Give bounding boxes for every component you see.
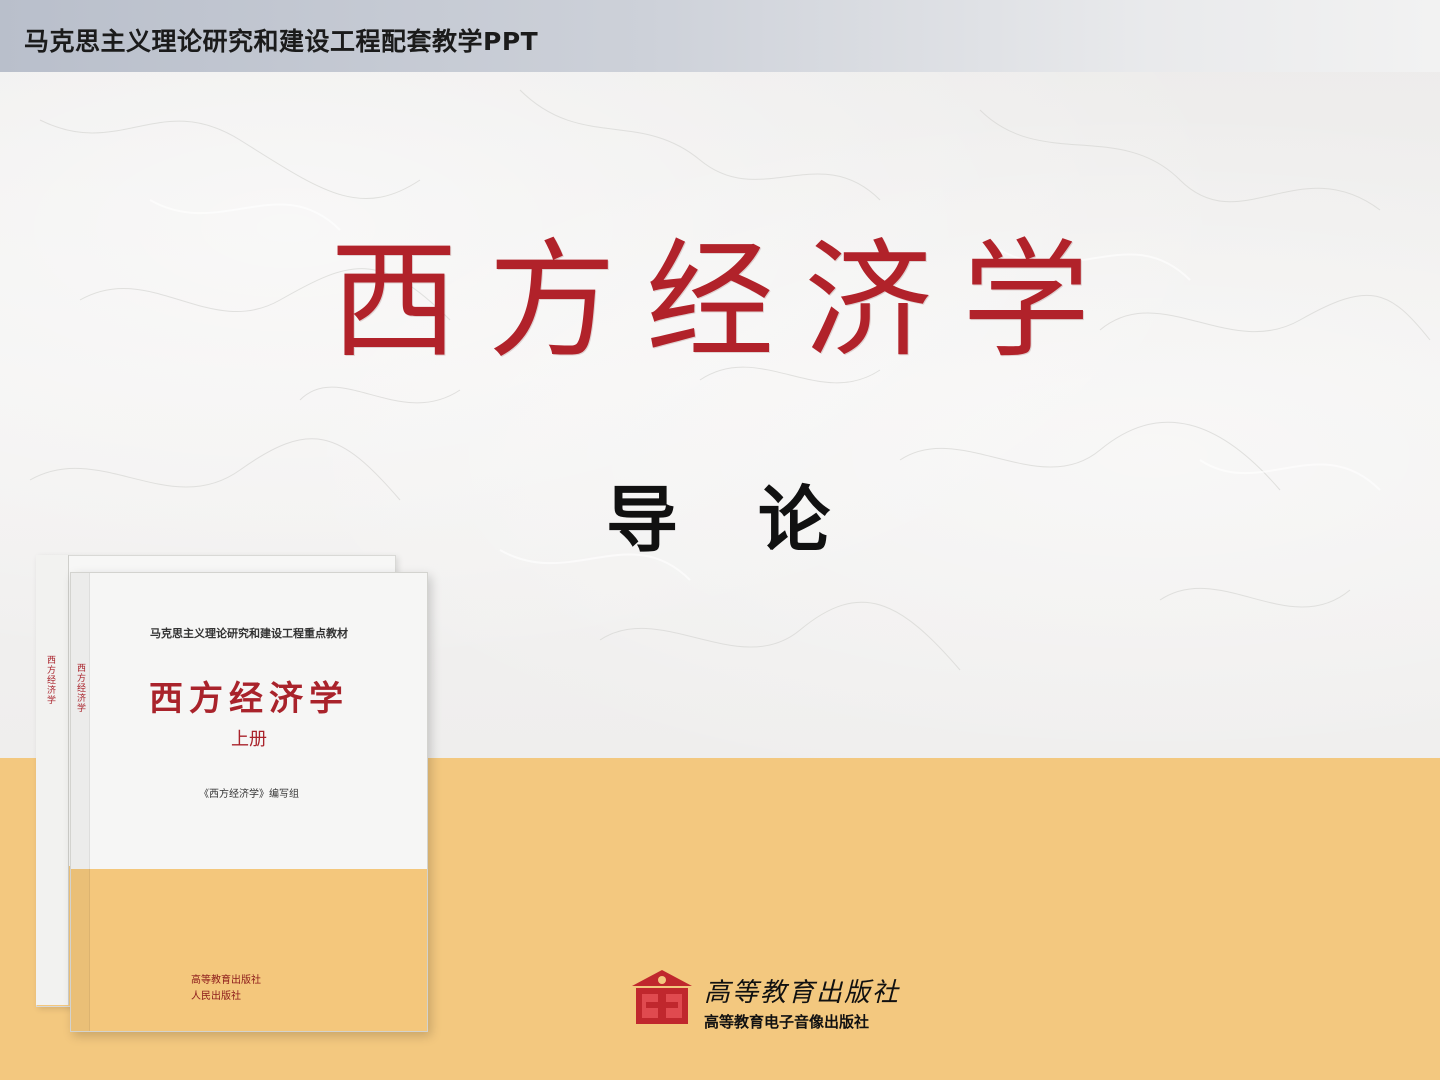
book-cover: 西方经济学 马克思主义理论研究和建设工程重点教材 西方经济学 上册 《西方经济学… [70,572,428,1032]
book-volume: 上册 [231,729,267,750]
book-editor: 《西方经济学》编写组 [199,789,299,800]
book-series-label: 马克思主义理论研究和建设工程重点教材 [150,627,348,640]
book-cover-lower-band [71,869,427,1031]
series-title: 马克思主义理论研究和建设工程配套教学PPT [24,27,539,56]
book-cover-spine-strip: 西方经济学 [71,573,90,1031]
book-spine-title: 西方经济学 [45,655,55,705]
publisher-logo-icon [632,970,692,1024]
header-band: 马克思主义理论研究和建设工程配套教学PPT [0,0,1440,72]
publisher-name-calligraphy: 高等教育出版社 [704,978,901,1008]
publisher-name-full: 高等教育电子音像出版社 [704,1013,870,1031]
book-spine: 西方经济学 [36,555,69,1005]
book-publisher-2: 人民出版社 [191,991,241,1002]
slide-subtitle: 导论 [606,478,911,562]
slide-title: 西方经济学 [330,227,1121,376]
book-title: 西方经济学 [149,679,349,719]
book-publishers: 高等教育出版社 人民出版社 [191,973,331,1005]
book-publisher-1: 高等教育出版社 [191,975,261,986]
